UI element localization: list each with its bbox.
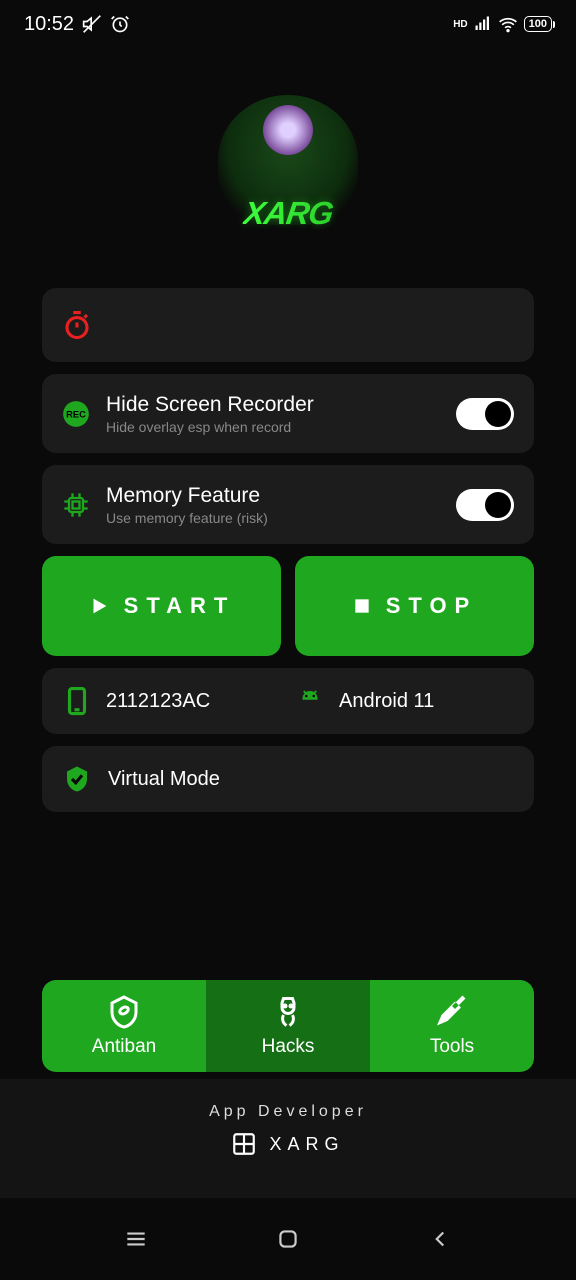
- signal-icon: [474, 15, 492, 33]
- tab-bar: Antiban Hacks Tools: [42, 980, 534, 1072]
- hide-recorder-toggle[interactable]: [456, 398, 514, 430]
- hd-label: HD: [453, 19, 467, 30]
- tab-hacks[interactable]: Hacks: [206, 980, 370, 1072]
- wifi-icon: [498, 14, 518, 34]
- stop-button[interactable]: STOP: [295, 556, 534, 656]
- stopwatch-icon: [62, 310, 92, 340]
- footer-title: App Developer: [0, 1103, 576, 1121]
- mode-label: Virtual Mode: [108, 768, 220, 791]
- device-info-card: 2112123AC Android 11: [42, 668, 534, 734]
- chip-icon: [62, 491, 90, 519]
- alarm-icon: [110, 14, 130, 34]
- device-model: 2112123AC: [106, 690, 210, 713]
- battery-icon: 100: [524, 16, 552, 32]
- hide-recorder-option: REC Hide Screen Recorder Hide overlay es…: [42, 374, 534, 453]
- tab-tools[interactable]: Tools: [370, 980, 534, 1072]
- tab-antiban[interactable]: Antiban: [42, 980, 206, 1072]
- mute-icon: [82, 14, 102, 34]
- footer-brand: XARG: [269, 1134, 344, 1155]
- status-bar: 10:52 HD 100: [0, 0, 576, 48]
- logo-area: XARG: [0, 48, 576, 288]
- android-icon: [295, 686, 325, 716]
- rec-icon: REC: [62, 400, 90, 428]
- system-navbar: [0, 1198, 576, 1280]
- device-os: Android 11: [339, 690, 434, 713]
- grid-icon: [231, 1131, 257, 1157]
- memory-feature-option: Memory Feature Use memory feature (risk): [42, 465, 534, 544]
- option-subtitle: Hide overlay esp when record: [106, 419, 440, 435]
- start-button[interactable]: START: [42, 556, 281, 656]
- option-subtitle: Use memory feature (risk): [106, 510, 440, 526]
- virtual-mode-card: Virtual Mode: [42, 746, 534, 812]
- option-title: Memory Feature: [106, 483, 440, 508]
- back-icon[interactable]: [427, 1226, 453, 1252]
- svg-text:REC: REC: [66, 409, 86, 419]
- timer-card[interactable]: [42, 288, 534, 362]
- home-icon[interactable]: [275, 1226, 301, 1252]
- shield-check-icon: [62, 764, 92, 794]
- phone-icon: [62, 686, 92, 716]
- option-title: Hide Screen Recorder: [106, 392, 440, 417]
- status-time: 10:52: [24, 13, 74, 36]
- menu-icon[interactable]: [123, 1226, 149, 1252]
- footer: App Developer XARG: [0, 1079, 576, 1198]
- memory-feature-toggle[interactable]: [456, 489, 514, 521]
- logo-text: XARG: [241, 195, 335, 232]
